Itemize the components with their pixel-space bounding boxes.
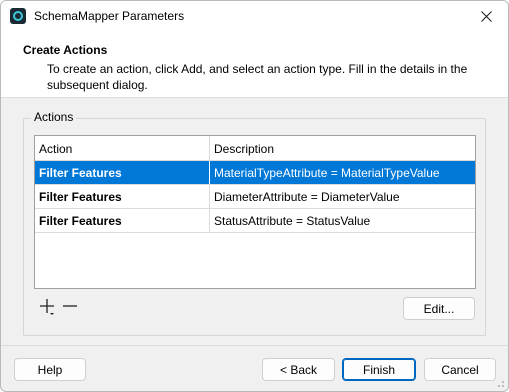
add-dropdown-icon [40, 299, 54, 315]
help-button[interactable]: Help [14, 358, 86, 381]
resize-grip-icon[interactable] [495, 378, 505, 388]
actions-group-label: Actions [31, 110, 77, 124]
title-bar: SchemaMapper Parameters [1, 1, 508, 32]
table-row[interactable]: Filter Features DiameterAttribute = Diam… [35, 185, 475, 209]
table-row[interactable]: Filter Features MaterialTypeAttribute = … [35, 161, 475, 185]
action-cell: Filter Features [35, 209, 210, 232]
description-cell: DiameterAttribute = DiameterValue [214, 190, 400, 204]
remove-action-button[interactable] [61, 298, 79, 316]
column-header-description[interactable]: Description [210, 136, 475, 161]
page-header: Create Actions To create an action, clic… [1, 32, 508, 98]
app-logo-icon [10, 8, 26, 24]
add-action-button[interactable] [39, 298, 57, 316]
table-header: Action Description [35, 136, 475, 161]
edit-button[interactable]: Edit... [403, 297, 475, 320]
cancel-button[interactable]: Cancel [424, 358, 496, 381]
action-cell: Filter Features [35, 161, 210, 184]
page-description: To create an action, click Add, and sele… [47, 62, 468, 92]
action-cell: Filter Features [35, 185, 210, 208]
page-title: Create Actions [23, 43, 108, 57]
close-icon [480, 11, 492, 22]
back-button[interactable]: < Back [262, 358, 335, 381]
remove-icon [63, 305, 77, 307]
table-row[interactable]: Filter Features StatusAttribute = Status… [35, 209, 475, 233]
description-cell: MaterialTypeAttribute = MaterialTypeValu… [214, 166, 440, 180]
footer-divider [1, 345, 508, 346]
close-button[interactable] [464, 1, 508, 32]
column-header-action[interactable]: Action [35, 136, 210, 161]
description-cell: StatusAttribute = StatusValue [214, 214, 371, 228]
dialog-window: SchemaMapper Parameters Create Actions T… [0, 0, 509, 392]
finish-button[interactable]: Finish [342, 358, 416, 381]
actions-table: Action Description Filter Features Mater… [34, 135, 476, 289]
window-title: SchemaMapper Parameters [34, 9, 185, 23]
